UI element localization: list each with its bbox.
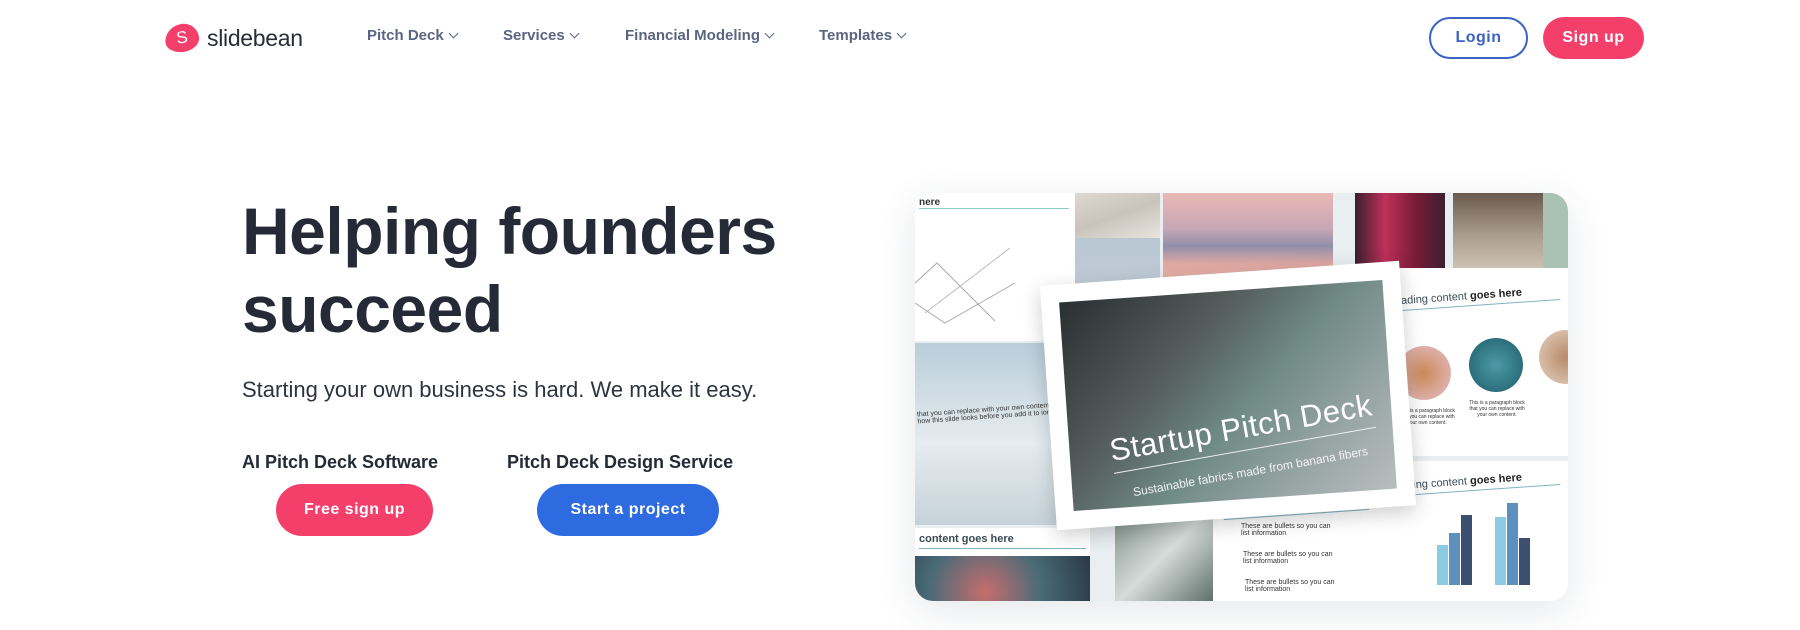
chevron-down-icon (896, 28, 907, 39)
bar (1507, 503, 1518, 585)
storefront-photo (1453, 193, 1543, 275)
nav-label: Financial Modeling (625, 27, 761, 44)
logo-mark-icon: S (163, 21, 201, 55)
whale-photo (1469, 338, 1523, 392)
slidebean-logo[interactable]: S slidebean (163, 21, 303, 55)
chevron-down-icon (448, 28, 459, 39)
slide-heading: Heading content goes here (1386, 283, 1561, 313)
bar (1461, 515, 1472, 585)
mint-panel (1543, 193, 1568, 275)
signup-button[interactable]: Sign up (1543, 17, 1644, 59)
bullet-item: These are bullets so you can list inform… (1243, 551, 1333, 565)
nav-templates[interactable]: Templates (819, 27, 907, 44)
chevron-down-icon (764, 28, 775, 39)
bar (1437, 545, 1448, 585)
food-photo (1539, 330, 1568, 384)
nav-label: Services (503, 27, 565, 44)
chevron-down-icon (569, 28, 580, 39)
bar (1449, 533, 1460, 585)
bullet-item: These are bullets so you can list inform… (1241, 523, 1331, 537)
headline-line-2: succeed (242, 272, 503, 346)
hero-subtitle: Starting your own business is hard. We m… (242, 377, 758, 402)
bar (1495, 517, 1506, 585)
nav-financial-modeling[interactable]: Financial Modeling (625, 27, 775, 44)
free-signup-button[interactable]: Free sign up (276, 484, 433, 536)
startup-pitch-deck-slide: Startup Pitch Deck Sustainable fabrics m… (1039, 260, 1417, 531)
service-label: Pitch Deck Design Service (507, 452, 734, 472)
succulent-photo (915, 556, 1090, 601)
logo-text: slidebean (207, 24, 303, 51)
circle-caption: This is a paragraph block that you can r… (1469, 400, 1525, 418)
heading-bold: goes here (1469, 286, 1523, 303)
nav-pitch-deck[interactable]: Pitch Deck (367, 27, 459, 44)
heading-bold: goes here (1469, 471, 1523, 488)
content-slide: content goes here (915, 528, 1090, 601)
start-project-button[interactable]: Start a project (537, 484, 719, 536)
bullet-item: These are bullets so you can list inform… (1245, 579, 1335, 593)
pitch-deck-preview-image: nere that you can replace with your own … (915, 193, 1568, 601)
bar (1519, 538, 1530, 585)
hero-headline: Helping founders succeed (242, 192, 777, 348)
software-label: AI Pitch Deck Software (242, 452, 439, 472)
nav-services[interactable]: Services (503, 27, 580, 44)
slide-heading: content goes here (919, 533, 1086, 549)
headline-line-1: Helping founders (242, 194, 777, 268)
yoga-photo: Startup Pitch Deck Sustainable fabrics m… (1059, 279, 1397, 512)
nav-label: Templates (819, 27, 893, 44)
sand-photo (1075, 193, 1160, 238)
nav-label: Pitch Deck (367, 27, 444, 44)
login-button[interactable]: Login (1429, 17, 1528, 59)
